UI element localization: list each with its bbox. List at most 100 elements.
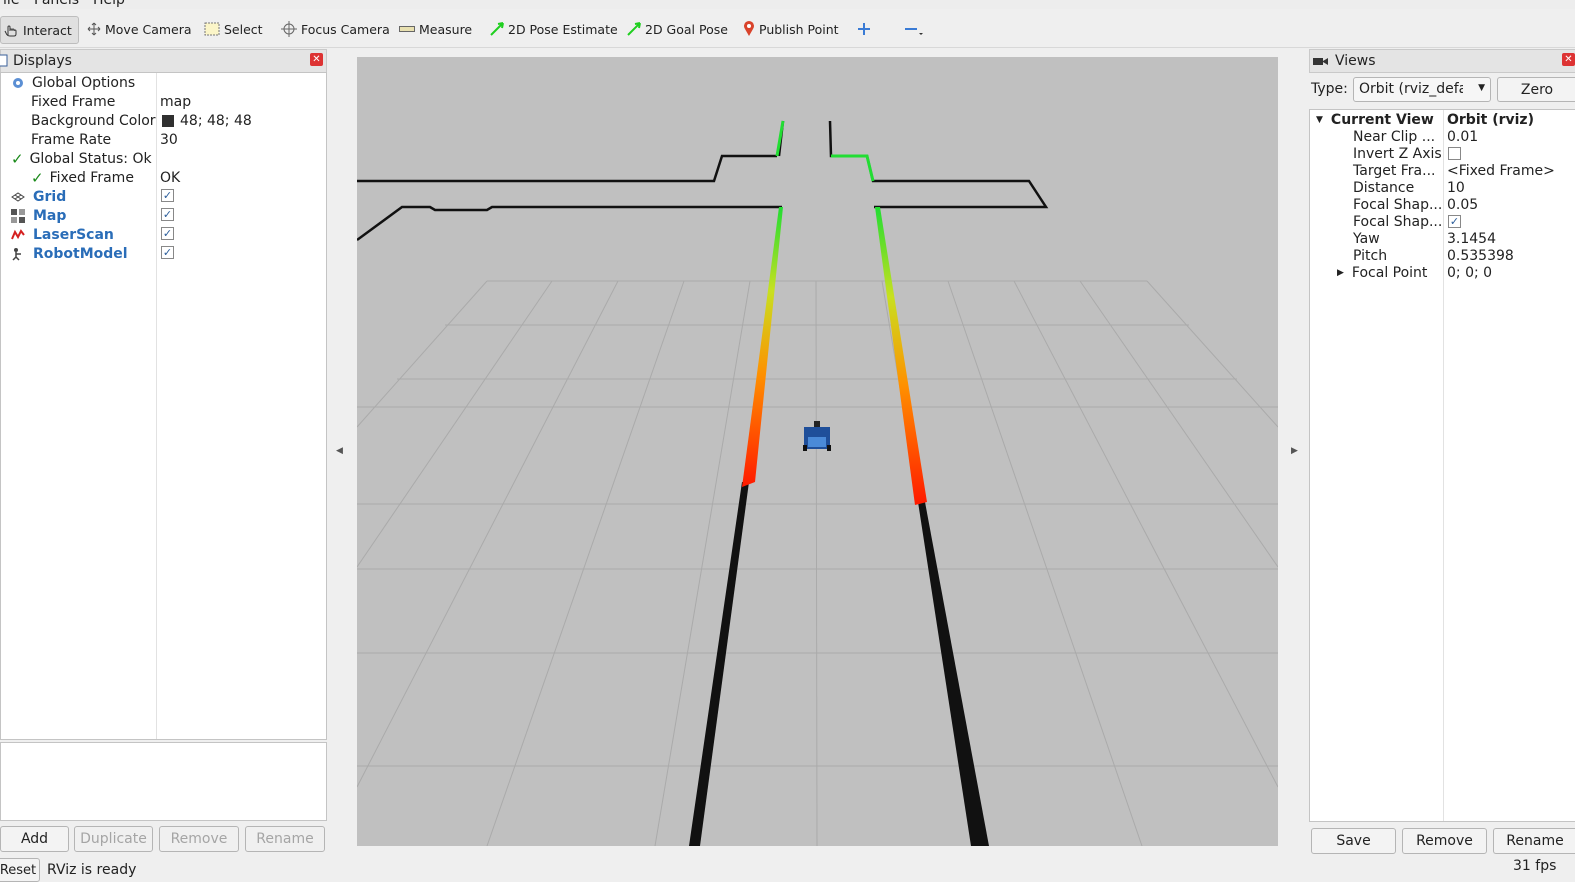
map-checkbox[interactable]: ✓ [161,208,174,221]
current-view-label: Current View [1330,111,1434,128]
laserscan-checkbox[interactable]: ✓ [161,227,174,240]
collapse-left-handle[interactable]: ◀ [336,446,343,456]
global-options-row[interactable]: Global Options [11,73,135,92]
views-title: Views [1335,53,1376,69]
select-label: Select [224,21,263,37]
status-fixed-frame-label: Fixed Frame [49,169,134,186]
rename-display-button[interactable]: Rename [245,826,325,852]
right-corridor-wall [918,502,989,846]
focal-point-row[interactable]: ▶ Focal Point [1337,263,1427,282]
move-arrows-icon [87,22,101,36]
views-tree: ▼ Current View Orbit (rviz) Near Clip ..… [1309,109,1575,822]
select-box-icon [204,22,220,36]
check-icon: ✓ [31,168,44,187]
map-walls [356,120,1049,242]
focal-shape-fixed-checkbox[interactable]: ✓ [1448,215,1461,228]
menu-file[interactable]: File [0,0,19,8]
publish-point-label: Publish Point [759,21,839,37]
add-display-button[interactable]: Add [0,826,69,852]
save-view-button[interactable]: Save [1311,828,1396,854]
grid-lines [356,280,1279,847]
interact-tool[interactable]: Interact [0,16,79,44]
camera-icon [1313,58,1328,65]
remove-display-button[interactable]: Remove [159,826,239,852]
toolbar: Interact Move Camera Select Focus Camera… [0,9,1575,48]
select-tool[interactable]: Select [204,16,263,42]
grid-icon [11,191,25,202]
focus-target-icon [281,21,297,37]
goal-pose-label: 2D Goal Pose [645,21,728,37]
interact-label: Interact [23,22,72,38]
display-item-laserscan[interactable]: LaserScan [11,225,114,244]
display-item-label: LaserScan [33,226,114,243]
measure-tool[interactable]: Measure [399,16,472,42]
minus-icon [905,28,923,35]
views-panel-header: Views ✕ [1309,49,1575,73]
display-item-map[interactable]: Map [11,206,66,225]
display-description-box [0,742,327,821]
hand-pointer-icon [4,25,17,37]
close-icon[interactable]: ✕ [1562,53,1575,66]
green-arrow-icon [490,22,504,36]
invert-z-checkbox[interactable] [1448,147,1461,160]
pose-estimate-label: 2D Pose Estimate [508,21,618,37]
move-camera-label: Move Camera [105,21,192,37]
display-item-grid[interactable]: Grid [11,187,66,206]
frame-rate-value[interactable]: 30 [160,130,178,149]
bg-color-field[interactable]: 48; 48; 48 [162,111,252,130]
remove-tool-button[interactable] [904,16,924,42]
menu-panels[interactable]: Panels [34,0,79,8]
expand-arrow-icon: ▶ [1337,267,1344,278]
near-clip-value[interactable]: 0.01 [1447,127,1478,146]
menu-help[interactable]: Help [93,0,125,8]
status-message: RViz is ready [47,862,137,878]
right-laser-scan [875,207,927,505]
display-item-robotmodel[interactable]: RobotModel [11,244,128,263]
render-viewport[interactable] [356,57,1279,847]
robotmodel-checkbox[interactable]: ✓ [161,246,174,259]
pose-estimate-tool[interactable]: 2D Pose Estimate [490,16,618,42]
view-type-select[interactable]: Orbit (rviz_default_plugins) ▼ [1353,77,1491,102]
measure-label: Measure [419,21,473,37]
ruler-icon [399,26,415,32]
scene-render [356,120,1279,847]
displays-title: Displays [13,53,72,69]
global-status-row[interactable]: ✓ Global Status: Ok [11,149,152,168]
zero-button[interactable]: Zero [1497,77,1575,102]
displays-tree: Global Options Fixed Frame map Backgroun… [0,72,327,740]
fps-readout: 31 fps [1513,858,1557,874]
collapse-right-handle[interactable]: ▶ [1291,446,1298,456]
global-options-label: Global Options [32,74,136,91]
publish-point-tool[interactable]: Publish Point [743,16,839,42]
bg-color-label: Background Color [31,112,156,129]
dropdown-arrow-icon: ▼ [1478,83,1485,93]
remove-view-button[interactable]: Remove [1402,828,1487,854]
add-tool-button[interactable] [857,16,871,42]
focal-point-value[interactable]: 0; 0; 0 [1447,263,1492,282]
goal-pose-tool[interactable]: 2D Goal Pose [627,16,728,42]
fixed-frame-value[interactable]: map [160,92,191,111]
focus-camera-label: Focus Camera [301,21,390,37]
focus-camera-tool[interactable]: Focus Camera [281,16,390,42]
bg-color-value: 48; 48; 48 [180,112,252,129]
display-item-label: Map [33,207,67,224]
focal-shape-size-value[interactable]: 0.05 [1447,195,1478,214]
grid-checkbox[interactable]: ✓ [161,189,174,202]
duplicate-display-button[interactable]: Duplicate [74,826,153,852]
color-swatch [162,114,174,127]
map-icon [11,208,25,223]
robot-icon [12,247,21,261]
view-type-value: Orbit (rviz_default_plugins) [1359,81,1463,97]
status-fixed-frame-value: OK [160,169,181,186]
close-icon[interactable]: ✕ [310,53,323,66]
robot-model [803,421,831,451]
frame-rate-label: Frame Rate [31,131,112,148]
focal-point-label: Focal Point [1351,264,1428,281]
display-item-label: RobotModel [33,245,128,262]
reset-button[interactable]: Reset [0,858,40,882]
move-camera-tool[interactable]: Move Camera [87,16,192,42]
laser-icon [11,228,25,239]
view-type-label: Type: [1311,81,1348,97]
status-fixed-frame-row: ✓ Fixed Frame [31,168,134,187]
rename-view-button[interactable]: Rename [1493,828,1575,854]
